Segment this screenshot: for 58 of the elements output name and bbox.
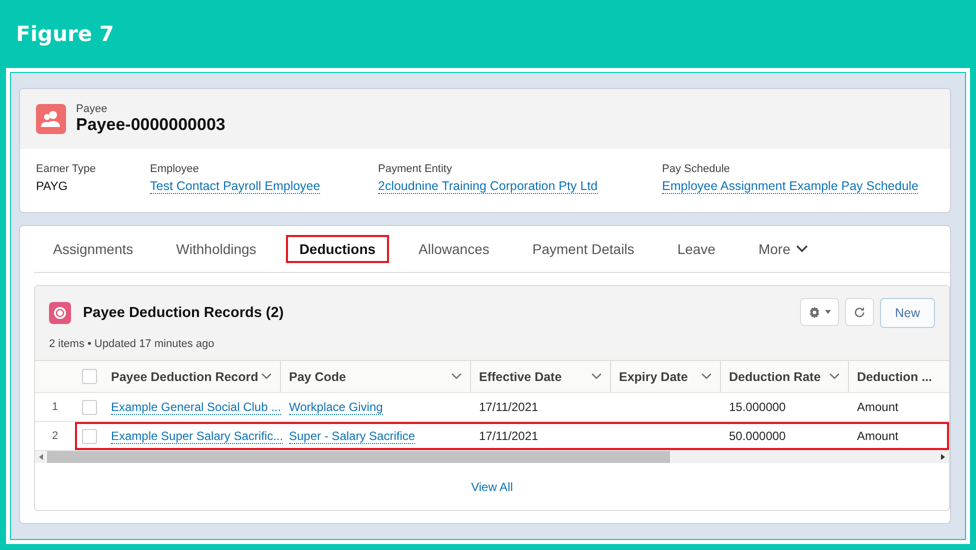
row-number: 2	[52, 430, 58, 442]
record-name: Payee-0000000003	[76, 115, 226, 135]
tab[interactable]: Assignments	[40, 235, 146, 263]
tab[interactable]: Payment Details	[519, 235, 648, 263]
field-label: Payment Entity	[378, 163, 453, 175]
column-header[interactable]: Effective Date	[471, 361, 611, 392]
record-link[interactable]: Workplace Giving	[289, 400, 383, 415]
tab[interactable]: Allowances	[406, 235, 502, 263]
object-label: Payee	[76, 103, 108, 115]
column-header[interactable]: Payee Deduction Record	[103, 361, 281, 392]
record-link[interactable]: Example Super Salary Sacrific...	[111, 429, 284, 444]
tab[interactable]: Leave	[664, 235, 728, 263]
tab[interactable]: Withholdings	[163, 235, 270, 263]
table-cell: Amount	[857, 429, 898, 443]
record-link[interactable]: Super - Salary Sacrifice	[289, 429, 416, 444]
chevron-down-icon	[451, 373, 462, 380]
row-number: 1	[52, 401, 58, 413]
tab[interactable]: Deductions	[286, 235, 389, 263]
new-button[interactable]: New	[880, 298, 935, 328]
settings-dropdown-button[interactable]	[800, 298, 839, 326]
column-header[interactable]: Deduction ...	[849, 361, 949, 392]
view-all-link[interactable]: View All	[471, 480, 513, 494]
field-link[interactable]: Test Contact Payroll Employee	[150, 179, 320, 194]
table-cell: 15.000000	[729, 400, 786, 414]
refresh-icon	[852, 306, 866, 318]
row-checkbox[interactable]	[82, 428, 96, 444]
caret-icon	[824, 310, 831, 314]
more-tab[interactable]: More	[745, 235, 822, 263]
table-cell: 17/11/2021	[479, 429, 538, 443]
field-label: Employee	[150, 163, 200, 175]
field-label: Earner Type	[36, 163, 97, 175]
field-link[interactable]: Employee Assignment Example Pay Schedule	[662, 179, 918, 194]
horizontal-scrollbar[interactable]	[35, 451, 949, 463]
column-header[interactable]: Pay Code	[281, 361, 471, 392]
related-list-title: Payee Deduction Records (2)	[83, 305, 284, 321]
scroll-right-icon	[941, 454, 945, 460]
field-value: PAYG	[36, 179, 69, 193]
refresh-button[interactable]	[844, 298, 874, 326]
row-checkbox[interactable]	[82, 400, 96, 414]
column-header[interactable]: Expiry Date	[611, 361, 721, 392]
record-link[interactable]: Example General Social Club ...	[111, 400, 282, 415]
field-label: Pay Schedule	[662, 163, 731, 175]
table-cell: 17/11/2021	[479, 400, 538, 414]
scroll-left-icon	[39, 454, 43, 460]
table-cell: 50.000000	[729, 429, 786, 443]
chevron-down-icon	[829, 373, 840, 380]
chevron-down-icon	[701, 373, 712, 380]
field-link[interactable]: 2cloudnine Training Corporation Pty Ltd	[378, 179, 598, 194]
figure-title: Figure 7	[16, 22, 114, 46]
chevron-down-icon	[261, 373, 272, 380]
settings-icon	[808, 306, 821, 318]
chevron-down-icon	[796, 245, 808, 253]
column-header[interactable]: Deduction Rate	[721, 361, 849, 392]
list-status: 2 items • Updated 17 minutes ago	[49, 338, 216, 350]
chevron-down-icon	[591, 373, 602, 380]
select-all-checkbox[interactable]	[82, 369, 96, 384]
people-icon	[36, 104, 66, 134]
table-cell: Amount	[857, 400, 898, 414]
